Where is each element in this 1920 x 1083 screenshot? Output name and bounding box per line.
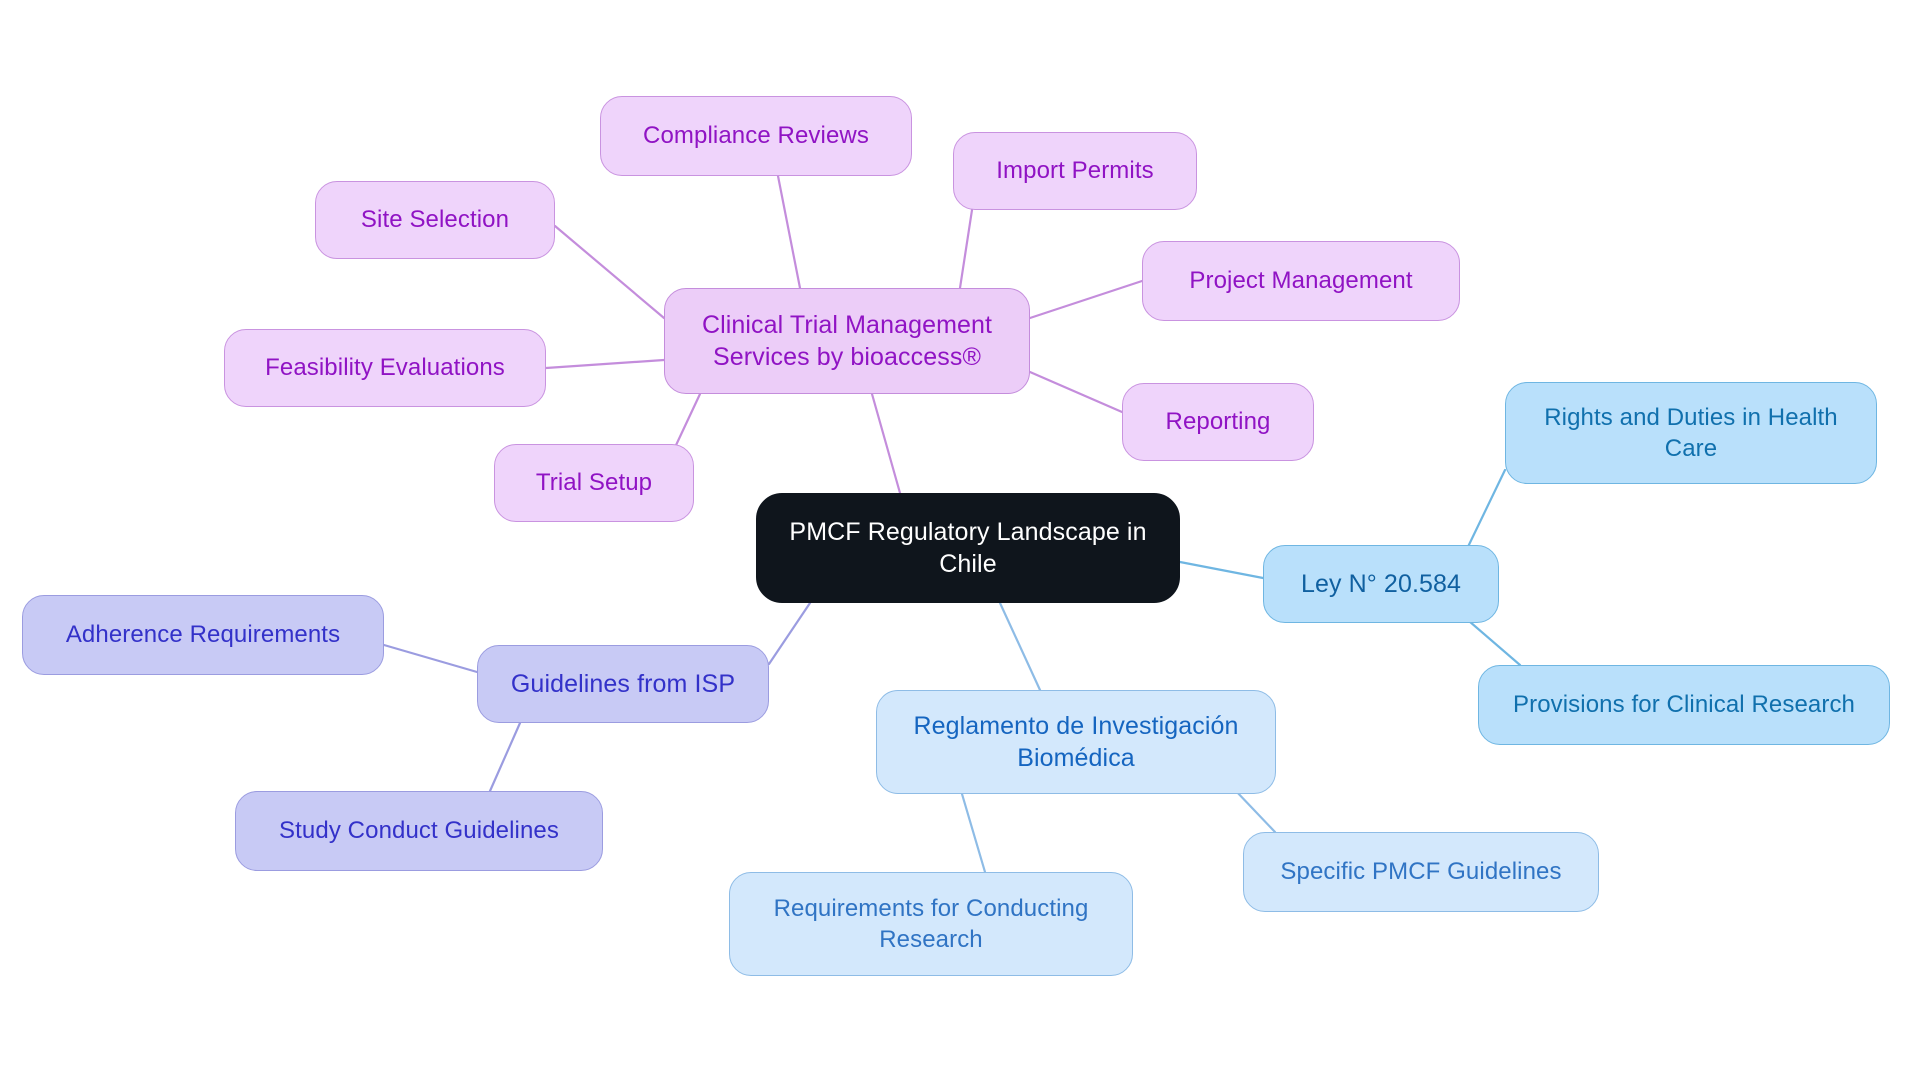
node-label: PMCF Regulatory Landscape in Chile [789, 517, 1147, 579]
mindmap-edge [958, 208, 974, 290]
node-label: Ley N° 20.584 [1300, 569, 1462, 598]
mindmap-leaf-node[interactable]: Provisions for Clinical Research [1478, 665, 1890, 745]
mindmap-edge [382, 643, 479, 674]
node-label: Specific PMCF Guidelines [1280, 858, 1562, 886]
mindmap-edge [553, 224, 666, 320]
node-label: Trial Setup [535, 469, 653, 497]
node-label: Import Permits [996, 157, 1154, 185]
mindmap-edge [1233, 788, 1277, 834]
node-label: Rights and Duties in Health Care [1544, 403, 1838, 462]
mindmap-leaf-node[interactable]: Trial Setup [494, 444, 694, 522]
mindmap-edge [488, 721, 522, 793]
mindmap-leaf-node[interactable]: Specific PMCF Guidelines [1243, 832, 1599, 912]
mindmap-leaf-node[interactable]: Reporting [1122, 383, 1314, 461]
mindmap-branch-node[interactable]: Reglamento de Investigación Biomédica [876, 690, 1276, 794]
mindmap-leaf-node[interactable]: Requirements for Conducting Research [729, 872, 1133, 976]
mindmap-leaf-node[interactable]: Import Permits [953, 132, 1197, 210]
mindmap-branch-node[interactable]: Clinical Trial Management Services by bi… [664, 288, 1030, 394]
node-label: Study Conduct Guidelines [279, 817, 559, 845]
mindmap-edge [1028, 279, 1144, 320]
mindmap-edge [998, 601, 1042, 692]
node-label: Reglamento de Investigación Biomédica [913, 711, 1239, 773]
mindmap-edge [870, 392, 902, 495]
mindmap-leaf-node[interactable]: Adherence Requirements [22, 595, 384, 675]
node-label: Reporting [1165, 408, 1271, 436]
node-label: Feasibility Evaluations [265, 354, 505, 382]
mindmap-edge [1028, 370, 1124, 414]
mindmap-leaf-node[interactable]: Compliance Reviews [600, 96, 912, 176]
mindmap-edge [776, 174, 802, 290]
mindmap-leaf-node[interactable]: Feasibility Evaluations [224, 329, 546, 407]
mindmap-root-node[interactable]: PMCF Regulatory Landscape in Chile [756, 493, 1180, 603]
node-label: Compliance Reviews [643, 122, 869, 150]
mindmap-edge [544, 358, 666, 370]
node-label: Adherence Requirements [65, 621, 341, 649]
mindmap-edge [960, 792, 987, 874]
mindmap-edge [1463, 468, 1507, 555]
mindmap-edge [1178, 560, 1265, 580]
mindmap-branch-node[interactable]: Guidelines from ISP [477, 645, 769, 723]
node-label: Provisions for Clinical Research [1513, 691, 1855, 719]
mindmap-branch-node[interactable]: Ley N° 20.584 [1263, 545, 1499, 623]
mindmap-leaf-node[interactable]: Rights and Duties in Health Care [1505, 382, 1877, 484]
mindmap-canvas: PMCF Regulatory Landscape in Chile Clinic… [0, 0, 1920, 1083]
mindmap-leaf-node[interactable]: Project Management [1142, 241, 1460, 321]
mindmap-leaf-node[interactable]: Study Conduct Guidelines [235, 791, 603, 871]
node-label: Guidelines from ISP [510, 669, 736, 698]
node-label: Clinical Trial Management Services by bi… [701, 310, 993, 372]
mindmap-edge [767, 601, 812, 666]
node-label: Requirements for Conducting Research [773, 894, 1089, 953]
node-label: Project Management [1189, 267, 1413, 295]
mindmap-leaf-node[interactable]: Site Selection [315, 181, 555, 259]
node-label: Site Selection [360, 206, 510, 234]
